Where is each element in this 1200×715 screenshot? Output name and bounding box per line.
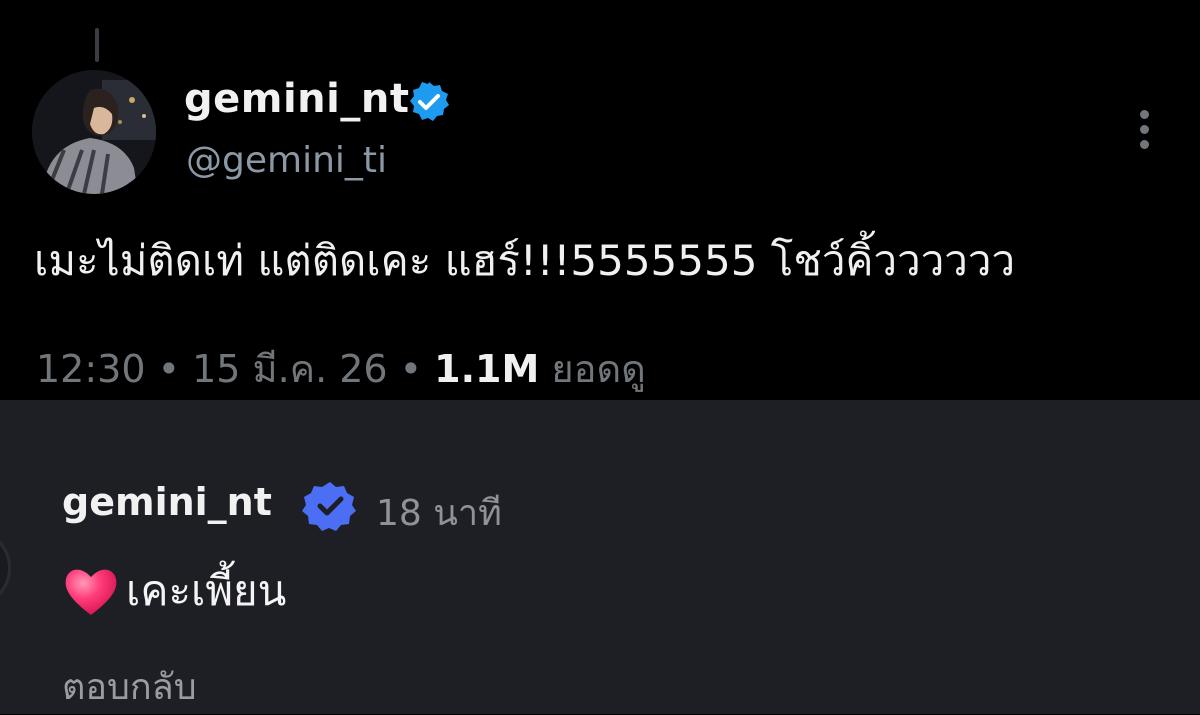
separator-2: • [387,347,435,391]
reply-text: เคะเพี้ยน [126,566,287,615]
reply-button[interactable]: ตอบกลับ [62,658,197,715]
tweet-meta: 12:30 • 15 มี.ค. 26 • 1.1M ยอดดู [36,338,646,399]
display-name[interactable]: gemini_nt [184,76,409,122]
avatar[interactable] [32,70,156,194]
views-label: ยอดดู [539,347,646,391]
tweet-text: เมะไม่ติดเท่ แต่ติดเคะ แฮร์!!!5555555 โช… [34,236,1016,285]
verified-badge-icon [410,82,449,121]
reply-username[interactable]: gemini_nt [62,480,272,524]
reply-text-row: เคะเพี้ยน [62,558,286,624]
avatar-photo [32,70,156,194]
handle[interactable]: @gemini_ti [186,140,387,181]
separator: • [145,347,193,391]
reply-panel: gemini_nt 18 นาที เคะเพี้ยน ตอบกลับ [0,400,1200,714]
partial-avatar [0,528,11,608]
tweet-panel: gemini_nt @gemini_ti เมะไม่ติดเท่ แต่ติด… [0,0,1200,400]
thread-line [95,28,99,62]
verified-badge-icon [302,482,356,531]
views-count: 1.1M [434,347,540,391]
heart-icon [65,569,117,615]
tweet-date[interactable]: 15 มี.ค. 26 [192,347,388,391]
tweet-time[interactable]: 12:30 [36,347,146,391]
more-options-icon[interactable] [1126,106,1162,154]
reply-time: 18 นาที [376,493,502,534]
